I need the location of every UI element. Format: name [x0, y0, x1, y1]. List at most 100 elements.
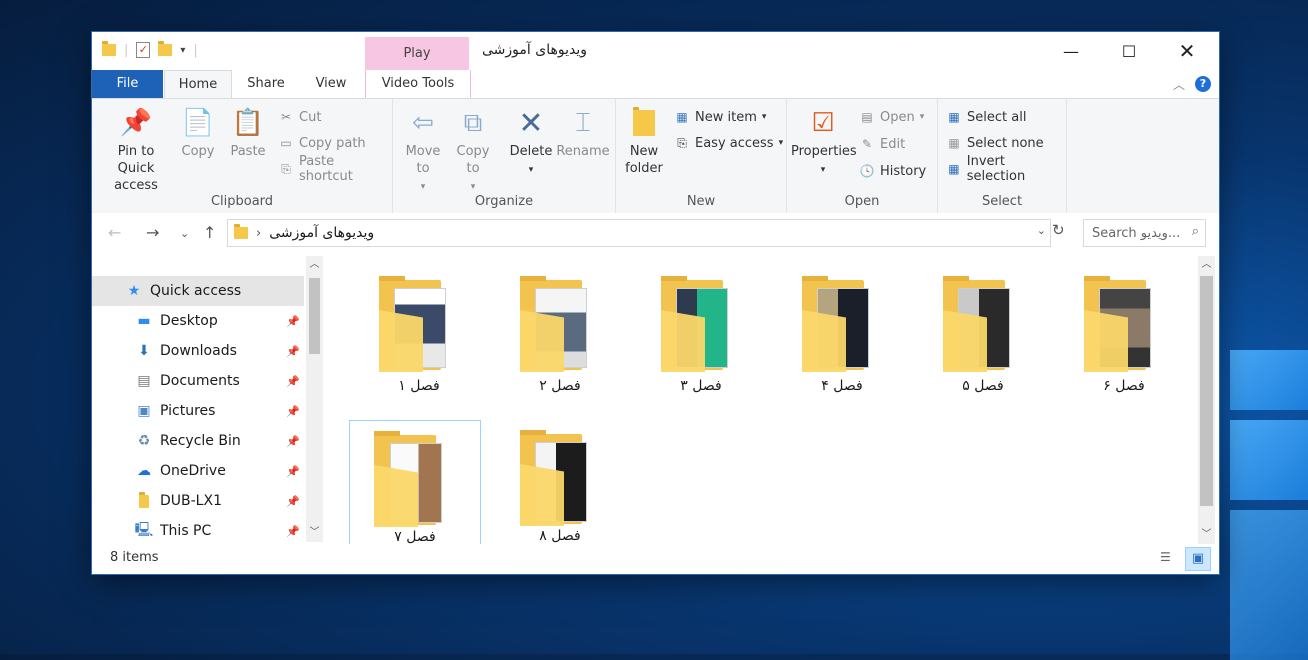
paste-shortcut-button[interactable]: ⎘ Paste shortcut [278, 154, 392, 184]
sidebar-item-recycle-bin[interactable]: ♻ Recycle Bin 📌 [92, 426, 304, 456]
new-folder-button[interactable]: New folder [622, 107, 666, 177]
properties-check-icon[interactable]: ✓ [136, 42, 151, 58]
rename-icon: ⌶ [575, 107, 591, 138]
rename-button[interactable]: ⌶ Rename [555, 107, 611, 160]
cloud-icon: ☁ [137, 463, 151, 479]
folder-label: فصل ۳ [680, 378, 722, 394]
copy-to-button[interactable]: ⧉ Copy to ▾ [451, 107, 495, 196]
new-item-button[interactable]: ▦ New item ▾ [674, 106, 766, 128]
select-group: ▦ Select all ▦ Select none ▦ Invert selecti… [938, 99, 1067, 213]
sidebar-item-dub-lx1[interactable]: DUB-LX1 📌 [92, 486, 304, 516]
folder-item[interactable]: فصل ۶ [1059, 270, 1189, 402]
open-button[interactable]: ▤ Open ▾ [859, 106, 924, 128]
history-button[interactable]: 🕓 History [859, 160, 927, 182]
star-icon: ★ [127, 283, 141, 299]
select-all-button[interactable]: ▦ Select all [946, 106, 1026, 128]
collapse-ribbon-icon[interactable]: ︿ [1173, 76, 1185, 93]
nav-pane-scrollbar[interactable]: ︿ ﹀ [306, 256, 323, 542]
folder-item[interactable]: فصل ۴ [777, 270, 907, 402]
minimize-button[interactable]: — [1042, 32, 1100, 70]
content-scrollbar[interactable]: ︿ ﹀ [1198, 256, 1215, 544]
folder-item[interactable]: فصل ۲ [495, 270, 625, 402]
sidebar-item-desktop[interactable]: ▬ Desktop 📌 [92, 306, 304, 336]
ribbon: 📌 Pin to Quick access 📄 Copy 📋 Paste ✂ Cu… [92, 98, 1219, 214]
paste-button[interactable]: 📋 Paste [228, 107, 268, 160]
select-none-button[interactable]: ▦ Select none [946, 132, 1043, 154]
invert-selection-button[interactable]: ▦ Invert selection [946, 154, 1066, 184]
folder-label: فصل ۷ [394, 529, 436, 544]
copy-path-button[interactable]: ▭ Copy path [278, 132, 365, 154]
invert-selection-icon: ▦ [948, 162, 960, 176]
tab-view[interactable]: View [300, 70, 362, 98]
forward-arrow-icon[interactable]: → [146, 223, 159, 242]
large-icons-view-icon[interactable]: ▣ [1185, 547, 1211, 571]
edit-icon: ✎ [861, 137, 873, 151]
tab-home[interactable]: Home [164, 70, 232, 99]
new-item-icon: ▦ [676, 110, 688, 124]
folder-label: فصل ۵ [962, 378, 1004, 394]
content-scroll-thumb[interactable] [1200, 276, 1213, 506]
breadcrumb[interactable]: ویدیوهای آموزشی [269, 225, 374, 241]
quick-access-toolbar: | ✓ ▾ | [102, 41, 198, 58]
sidebar-item-downloads[interactable]: ⬇ Downloads 📌 [92, 336, 304, 366]
address-bar[interactable]: › ویدیوهای آموزشی ⌄ [227, 219, 1051, 247]
scroll-up-icon[interactable]: ︿ [306, 256, 323, 274]
properties-button[interactable]: ☑ Properties ▾ [791, 107, 857, 179]
organize-group: ⇦ Move to ▾ ⧉ Copy to ▾ ✕ Delete ▾ ⌶ Rename… [393, 99, 616, 213]
address-dropdown-icon[interactable]: ⌄ [1037, 224, 1046, 237]
sidebar-item-onedrive[interactable]: ☁ OneDrive 📌 [92, 456, 304, 486]
tab-share[interactable]: Share [234, 70, 298, 98]
sidebar-item-pictures[interactable]: ▣ Pictures 📌 [92, 396, 304, 426]
customize-toolbar-dropdown-icon[interactable]: ▾ [180, 45, 185, 56]
help-icon[interactable]: ? [1195, 76, 1211, 92]
pin-icon: 📌 [286, 494, 300, 508]
up-arrow-icon[interactable]: ↑ [203, 223, 216, 242]
pin-icon: 📌 [286, 464, 300, 478]
scroll-down-icon[interactable]: ﹀ [1198, 526, 1215, 544]
new-folder-icon[interactable] [158, 41, 173, 56]
nav-pane-scroll-thumb[interactable] [309, 278, 320, 354]
pin-to-quick-access-button[interactable]: 📌 Pin to Quick access [98, 107, 174, 194]
computer-icon: 🖳 [134, 522, 154, 538]
folder-icon [134, 491, 154, 510]
folder-item[interactable]: فصل ۱ [354, 270, 484, 402]
scissors-icon: ✂ [280, 110, 292, 124]
folder-item[interactable]: فصل ۳ [636, 270, 766, 402]
file-explorer-window: | ✓ ▾ | Play ویدیوهای آموزشی — ☐ ✕ File … [92, 32, 1219, 574]
pin-icon: 📌 [286, 344, 300, 358]
folder-label: فصل ۴ [821, 378, 863, 394]
folder-item[interactable]: فصل ۵ [918, 270, 1048, 402]
edit-button[interactable]: ✎ Edit [859, 133, 905, 155]
breadcrumb-chevron-icon: › [256, 225, 262, 241]
scroll-up-icon[interactable]: ︿ [1198, 256, 1215, 274]
sidebar-item-documents[interactable]: ▤ Documents 📌 [92, 366, 304, 396]
refresh-icon[interactable]: ↻ [1052, 221, 1065, 239]
tab-video-tools[interactable]: Video Tools [365, 70, 471, 98]
easy-access-button[interactable]: ⎘ Easy access ▾ [674, 132, 783, 154]
folder-item[interactable]: فصل ۸ [495, 420, 625, 544]
select-group-label: Select [981, 194, 1023, 209]
delete-x-icon: ✕ [518, 105, 544, 141]
scroll-down-icon[interactable]: ﹀ [306, 524, 323, 542]
delete-button[interactable]: ✕ Delete ▾ [503, 107, 559, 179]
cut-button[interactable]: ✂ Cut [278, 106, 321, 128]
folder-item[interactable]: فصل ۷ [349, 420, 481, 544]
folder-label: فصل ۸ [539, 528, 581, 544]
tab-file[interactable]: File [92, 70, 163, 98]
sidebar-item-quick-access[interactable]: ★ Quick access [92, 276, 304, 306]
copy-to-icon: ⧉ [463, 107, 483, 138]
recent-locations-chevron-icon[interactable]: ⌄ [180, 227, 189, 240]
close-button[interactable]: ✕ [1158, 32, 1216, 70]
details-view-icon[interactable]: ☰ [1160, 550, 1180, 568]
back-arrow-icon[interactable]: ← [108, 223, 121, 242]
move-to-button[interactable]: ⇦ Move to ▾ [401, 107, 445, 196]
copy-button[interactable]: 📄 Copy [178, 107, 218, 160]
move-to-icon: ⇦ [412, 107, 434, 138]
desktop-icon: ▬ [137, 313, 151, 329]
maximize-button[interactable]: ☐ [1100, 32, 1158, 70]
documents-icon: ▤ [137, 373, 151, 389]
clipboard-group-label: Clipboard [210, 194, 274, 209]
copy-path-icon: ▭ [280, 136, 292, 150]
sidebar-item-this-pc[interactable]: 🖳 This PC 📌 [92, 516, 304, 542]
search-input[interactable]: Search ویدیو... ⌕ [1083, 219, 1206, 247]
